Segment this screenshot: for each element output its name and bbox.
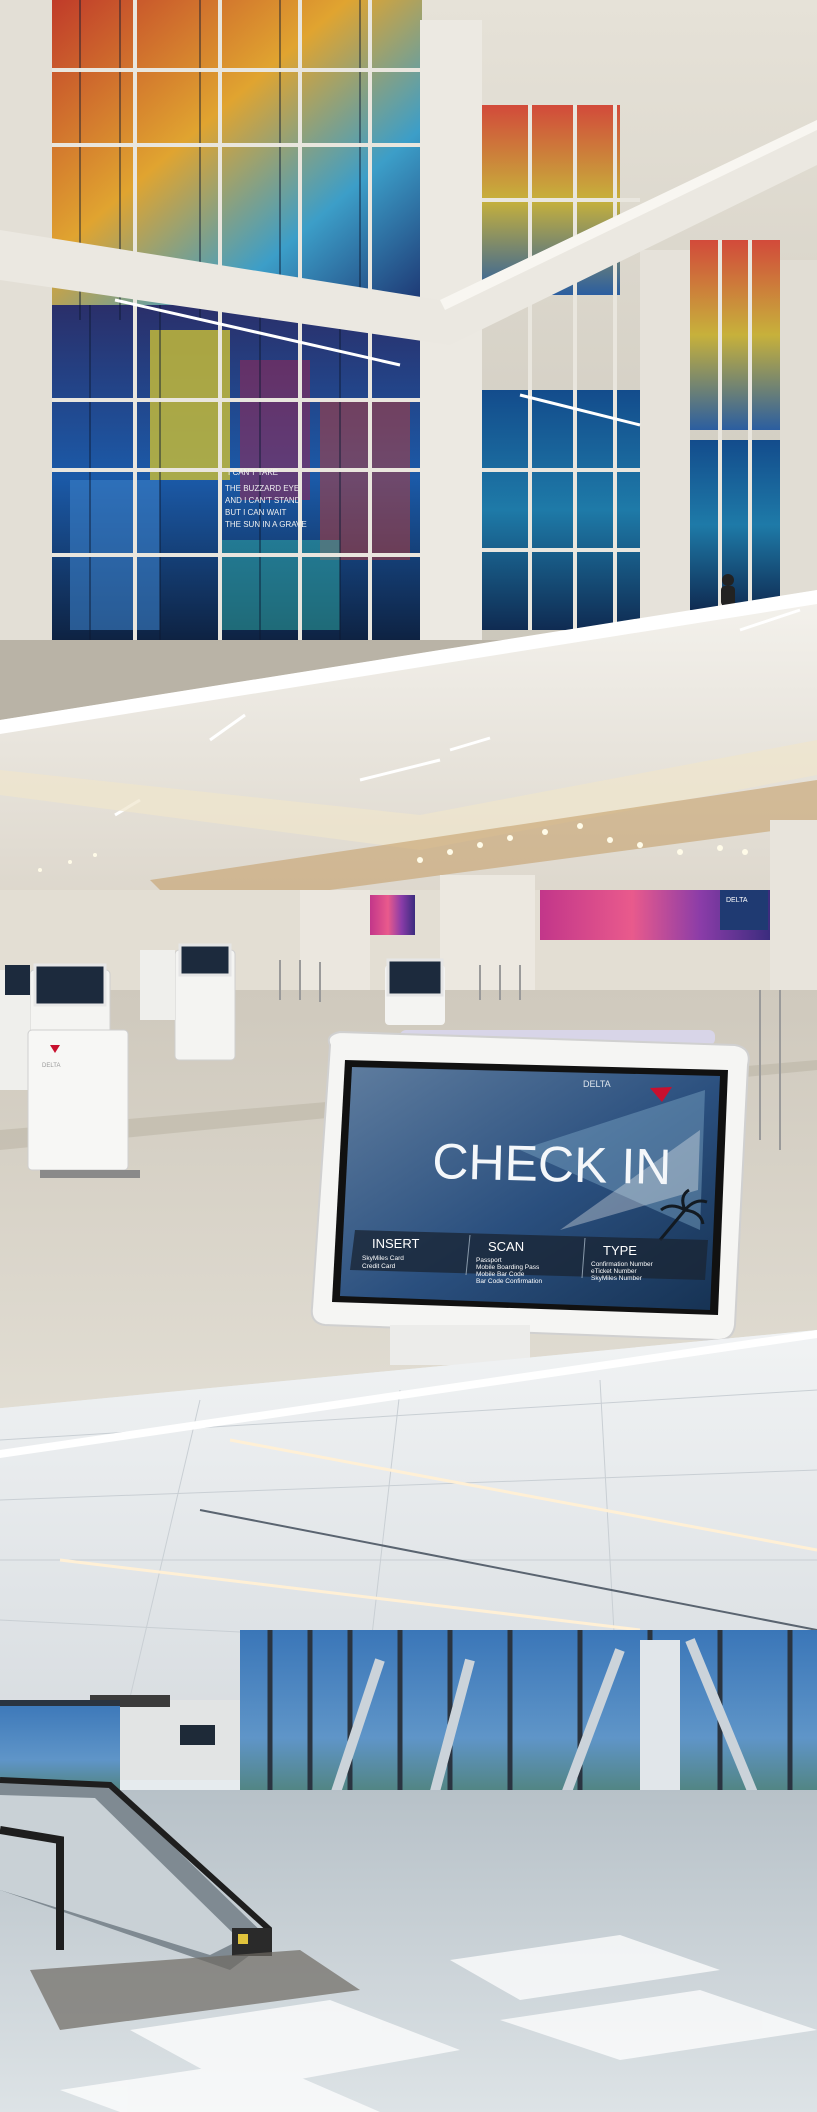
mural-text-line: THE SUN IN A GRAVE bbox=[225, 520, 307, 529]
kiosk-brand: DELTA bbox=[583, 1079, 611, 1089]
kiosk-option-line: Mobile Boarding Pass bbox=[476, 1264, 540, 1271]
mural-text-line: AND I CAN'T STAND bbox=[225, 496, 301, 505]
kiosk-option-line: eTicket Number bbox=[591, 1268, 637, 1275]
mural-text-line: THE BUZZARD EYE bbox=[225, 484, 299, 493]
corridor-scene bbox=[0, 1330, 817, 2112]
checkin-hall-photo: DELTA DELTA CHECK IN INSERT SCAN TYPE Sk… bbox=[0, 590, 817, 1450]
kiosk-title: CHECK IN bbox=[432, 1133, 672, 1195]
kiosk-option-line: Passport bbox=[476, 1257, 502, 1264]
kiosk-option-insert[interactable]: INSERT bbox=[372, 1236, 419, 1251]
checkin-scene: DELTA DELTA CHECK IN INSERT SCAN TYPE Sk… bbox=[0, 590, 817, 1450]
front-kiosk-brand: DELTA bbox=[42, 1063, 60, 1069]
kiosk-option-line: Credit Card bbox=[362, 1263, 396, 1270]
checkin-kiosk: DELTA CHECK IN INSERT SCAN TYPE SkyMiles… bbox=[310, 1030, 750, 1365]
kiosk-option-scan[interactable]: SCAN bbox=[488, 1239, 524, 1254]
mural-text-line: I CAN'T TAKE bbox=[228, 468, 278, 477]
kiosk-option-line: Mobile Bar Code bbox=[476, 1271, 525, 1278]
mural-text-line: BUT I CAN WAIT bbox=[225, 508, 286, 517]
kiosk-option-line: SkyMiles Card bbox=[362, 1255, 404, 1262]
delta-wall-sign: DELTA bbox=[726, 897, 748, 904]
walkway-corridor-photo bbox=[0, 1330, 817, 2112]
kiosk-option-type[interactable]: TYPE bbox=[603, 1243, 637, 1258]
kiosk-option-line: SkyMiles Number bbox=[591, 1275, 643, 1282]
kiosk-option-line: Bar Code Confirmation bbox=[476, 1278, 542, 1285]
kiosk-option-line: Confirmation Number bbox=[591, 1261, 654, 1268]
photo-collage: I CAN'T TAKE THE BUZZARD EYE AND I CAN'T… bbox=[0, 0, 817, 2112]
